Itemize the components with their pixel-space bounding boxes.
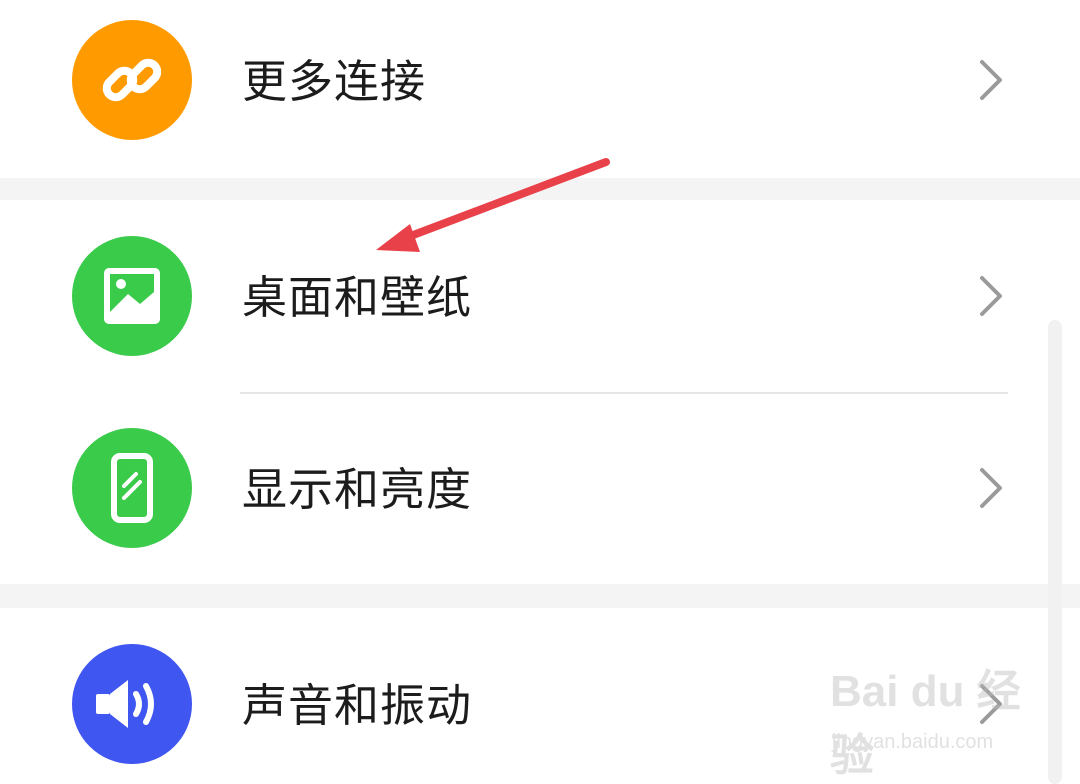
watermark-site: jingyan.baidu.com bbox=[832, 731, 994, 753]
chevron-right-icon bbox=[980, 468, 1002, 508]
section-gap bbox=[0, 178, 1080, 200]
settings-item-label: 桌面和壁纸 bbox=[242, 271, 473, 324]
settings-item-more-connections[interactable]: 更多连接 bbox=[0, 0, 1080, 178]
settings-item-label: 更多连接 bbox=[242, 55, 427, 108]
chevron-right-icon bbox=[980, 60, 1002, 100]
scrollbar[interactable] bbox=[1048, 320, 1062, 784]
watermark: Bai du 经验 jingyan.baidu.com bbox=[830, 655, 1040, 780]
settings-item-label: 显示和亮度 bbox=[242, 463, 473, 516]
settings-item-label: 声音和振动 bbox=[242, 679, 473, 732]
section-gap bbox=[0, 584, 1080, 608]
speaker-icon bbox=[72, 644, 192, 764]
watermark-brand: Bai du 经验 bbox=[830, 667, 1021, 780]
phone-brightness-icon bbox=[72, 428, 192, 548]
image-icon bbox=[72, 236, 192, 356]
settings-item-display-brightness[interactable]: 显示和亮度 bbox=[0, 394, 1080, 584]
link-icon bbox=[72, 20, 192, 140]
chevron-right-icon bbox=[980, 276, 1002, 316]
settings-item-desktop-wallpaper[interactable]: 桌面和壁纸 bbox=[0, 200, 1080, 392]
